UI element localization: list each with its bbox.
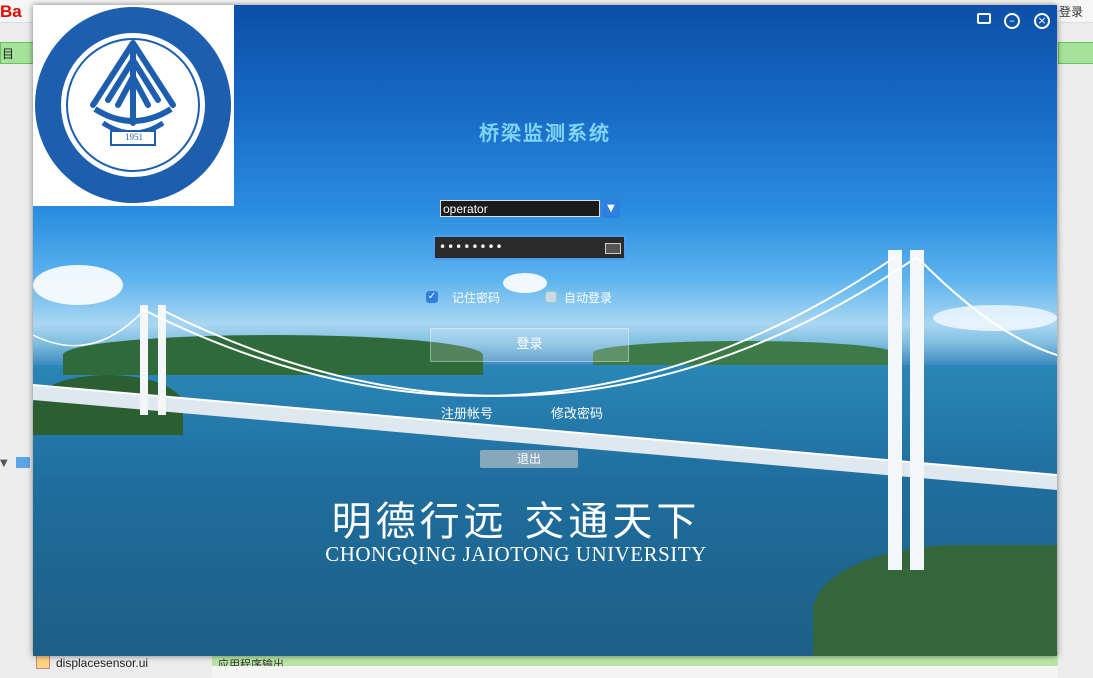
username-combobox[interactable]: operator [440,200,600,217]
change-password-link[interactable]: 修改密码 [551,403,603,422]
baidu-logo-text: Ba [0,2,22,21]
remember-password-label: 记住密码 [452,291,501,305]
feedback-icon[interactable] [977,13,991,24]
remember-password-checkbox[interactable]: ✓ [426,291,438,303]
password-field[interactable]: •••••••• [433,235,626,260]
username-dropdown-button[interactable]: ▼ [602,199,620,218]
university-motto: 明德行远 交通天下 [331,499,701,545]
password-masked-value: •••••••• [439,240,504,254]
register-account-link[interactable]: 注册帐号 [441,403,493,422]
folder-icon [16,457,30,468]
output-panel-body [212,666,1058,678]
project-file-label: displacesensor.ui [56,656,149,670]
system-title: 桥梁监测系统 [479,121,611,145]
background-login-link[interactable]: 登录 [1059,3,1083,20]
tree-expand-icon[interactable]: ▼ [0,458,8,469]
minimize-icon[interactable]: – [1004,13,1020,29]
university-logo: 1951 [33,5,234,206]
login-button[interactable]: 登录 [430,328,629,362]
background-sidebar-label: 目 [2,47,15,61]
auto-login-checkbox[interactable] [545,291,557,303]
exit-button[interactable]: 退出 [480,450,578,468]
keyboard-icon[interactable] [605,243,621,254]
ui-file-icon [36,655,50,669]
chevron-down-icon: ▼ [607,203,615,214]
project-file-item[interactable]: displacesensor.ui [36,655,148,670]
login-window: – × 1951 桥梁监测系统 operator ▼ •••••••• ✓ 记住… [33,5,1057,656]
close-icon[interactable]: × [1034,13,1050,29]
background-green-bar-right [1058,42,1093,64]
university-name-english: CHONGQING JAIOTONG UNIVERSITY [325,542,707,566]
auto-login-label: 自动登录 [564,291,613,305]
